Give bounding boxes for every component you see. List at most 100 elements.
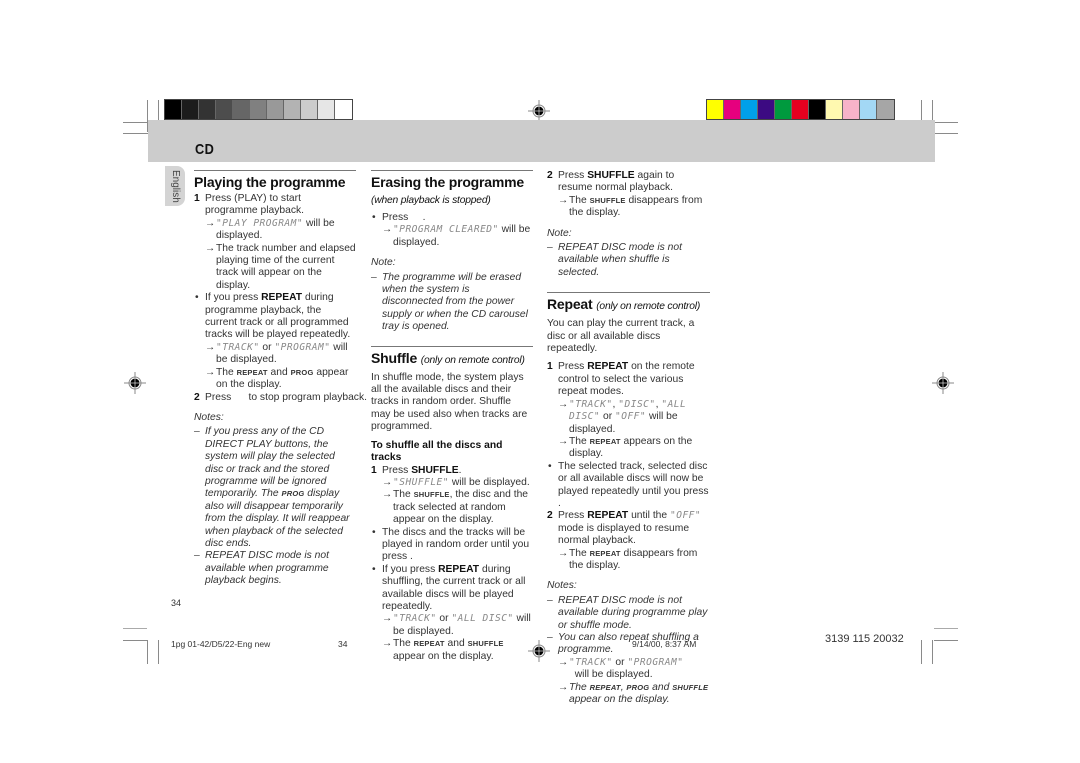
notes-heading: Notes: bbox=[547, 580, 577, 592]
heading-shuffle: Shuffle (only on remote control) bbox=[371, 349, 525, 366]
note-item: – REPEAT DISC mode is not available when … bbox=[547, 242, 682, 278]
color-swatch bbox=[843, 100, 860, 119]
crop-mark bbox=[934, 628, 958, 629]
bullet-icon: • bbox=[548, 460, 552, 472]
arrow-icon: → bbox=[558, 398, 569, 410]
section-header-band: CD bbox=[148, 120, 935, 162]
bullet-item: • The discs and the tracks will be played… bbox=[372, 526, 530, 563]
arrow-icon: → bbox=[382, 613, 393, 625]
color-swatch bbox=[318, 100, 335, 119]
arrow-icon: → bbox=[558, 435, 569, 447]
heading-erasing-programme: Erasing the programme (when playback is … bbox=[371, 174, 524, 206]
color-swatch bbox=[199, 100, 216, 119]
color-swatch bbox=[826, 100, 843, 119]
slug-page-number: 34 bbox=[338, 639, 348, 649]
note-item: – REPEAT DISC mode is not available when … bbox=[194, 550, 329, 587]
column-erase-shuffle: Erasing the programme (when playback is … bbox=[371, 170, 533, 663]
result-item: → The SHUFFLE disappears from the display… bbox=[558, 194, 703, 219]
color-swatch bbox=[301, 100, 318, 119]
bullet-icon: • bbox=[195, 292, 199, 304]
color-swatch bbox=[216, 100, 233, 119]
registration-mark-icon bbox=[124, 372, 146, 394]
notes-heading: Notes: bbox=[194, 411, 224, 423]
color-swatch bbox=[877, 100, 894, 119]
bullet-item: • If you press REPEAT during programme pl… bbox=[195, 292, 351, 341]
arrow-icon: → bbox=[382, 476, 393, 488]
crop-mark bbox=[158, 640, 159, 664]
result-item: → "TRACK" or "PROGRAM" will be displayed. bbox=[205, 341, 348, 366]
section-divider bbox=[371, 345, 533, 347]
crop-mark bbox=[921, 640, 922, 664]
color-swatch bbox=[860, 100, 877, 119]
process-color-bar bbox=[706, 99, 895, 120]
bullet-icon: • bbox=[372, 526, 376, 538]
arrow-icon: → bbox=[205, 242, 216, 254]
crop-mark bbox=[934, 640, 958, 641]
crop-mark bbox=[147, 640, 148, 664]
color-swatch bbox=[707, 100, 724, 119]
arrow-icon: → bbox=[205, 341, 216, 353]
heading-playing-programme: Playing the programme bbox=[194, 174, 346, 190]
crop-mark bbox=[932, 640, 933, 664]
registration-mark-icon bbox=[528, 100, 550, 122]
color-swatch bbox=[809, 100, 826, 119]
step-item: 2 Press SHUFFLE again to resume normal pl… bbox=[547, 170, 675, 194]
page-number: 34 bbox=[171, 598, 182, 608]
slug-file-name: 1pg 01-42/D5/22-Eng new bbox=[171, 639, 271, 649]
color-swatch bbox=[250, 100, 267, 119]
section-divider bbox=[547, 292, 710, 294]
bullet-item: • Press . bbox=[372, 212, 426, 223]
grayscale-color-bar bbox=[164, 99, 353, 120]
paragraph: In shuffle mode, the system plays all th… bbox=[371, 371, 528, 433]
crop-mark bbox=[158, 100, 159, 121]
color-swatch bbox=[233, 100, 250, 119]
crop-mark bbox=[123, 628, 147, 629]
step-item: 1 Press (PLAY) to start programme playbac… bbox=[194, 193, 305, 217]
color-swatch bbox=[165, 100, 182, 119]
color-swatch bbox=[182, 100, 199, 119]
color-swatch bbox=[758, 100, 775, 119]
arrow-icon: → bbox=[558, 194, 569, 206]
note-item: – If you press any of the CD DIRECT PLAY … bbox=[194, 426, 350, 549]
result-item: → "PLAY PROGRAM" will be displayed. bbox=[205, 217, 335, 242]
result-item: → The REPEAT and SHUFFLE appear on the di… bbox=[382, 638, 504, 662]
result-item: → The REPEAT disappears from the display. bbox=[558, 547, 698, 571]
crop-mark bbox=[934, 133, 958, 134]
result-item: → The track number and elapsed playing ti… bbox=[205, 242, 356, 291]
subheading: To shuffle all the discs and tracks bbox=[371, 439, 503, 464]
step-item: 1 Press REPEAT on the remote control to s… bbox=[547, 361, 695, 398]
note-item: – The programme will be erased when the s… bbox=[371, 271, 528, 333]
step-item: 1 Press SHUFFLE. bbox=[371, 464, 462, 476]
note-heading: Note: bbox=[547, 227, 572, 239]
column-playing-programme: Playing the programme 1 Press (PLAY) to s… bbox=[194, 170, 367, 588]
arrow-icon: → bbox=[382, 224, 393, 236]
registration-mark-icon bbox=[932, 372, 954, 394]
language-tab-label: English bbox=[170, 170, 181, 203]
result-item: → The REPEAT and PROG appear on the displ… bbox=[205, 366, 349, 391]
slug-timestamp: 9/14/00, 8:37 AM bbox=[632, 639, 697, 649]
arrow-icon: → bbox=[558, 547, 569, 559]
bullet-icon: • bbox=[372, 212, 376, 223]
heading-repeat: Repeat (only on remote control) bbox=[547, 296, 701, 313]
result-item: → "TRACK" or "PROGRAM" will be displayed. bbox=[558, 656, 684, 681]
result-item: → "TRACK", "DISC", "ALL DISC" or "OFF" wi… bbox=[558, 398, 687, 435]
document-code: 3139 115 20032 bbox=[825, 633, 904, 645]
crop-mark bbox=[934, 122, 958, 123]
color-swatch bbox=[335, 100, 352, 119]
result-item: → The REPEAT appears on the display. bbox=[558, 435, 693, 460]
crop-mark bbox=[123, 133, 148, 134]
step-item: 2 Press REPEAT until the "OFF" mode is di… bbox=[547, 510, 702, 547]
crop-mark bbox=[123, 122, 148, 123]
result-item: → The SHUFFLE, the disc and the track sel… bbox=[382, 489, 529, 526]
color-swatch bbox=[792, 100, 809, 119]
paragraph: You can play the current track, a disc o… bbox=[547, 318, 695, 355]
step-item: 2 Press to stop program playback. bbox=[194, 391, 367, 403]
section-title: CD bbox=[195, 141, 215, 158]
bullet-item: • If you press REPEAT during shuffling, t… bbox=[372, 563, 526, 612]
color-swatch bbox=[267, 100, 284, 119]
arrow-icon: → bbox=[558, 656, 569, 668]
column-shuffle-repeat: 2 Press SHUFFLE again to resume normal pl… bbox=[547, 170, 710, 706]
result-item: → "TRACK" or "ALL DISC" will be displayed… bbox=[382, 613, 531, 637]
color-swatch bbox=[775, 100, 792, 119]
bullet-item: • The selected track, selected disc or al… bbox=[548, 460, 709, 509]
